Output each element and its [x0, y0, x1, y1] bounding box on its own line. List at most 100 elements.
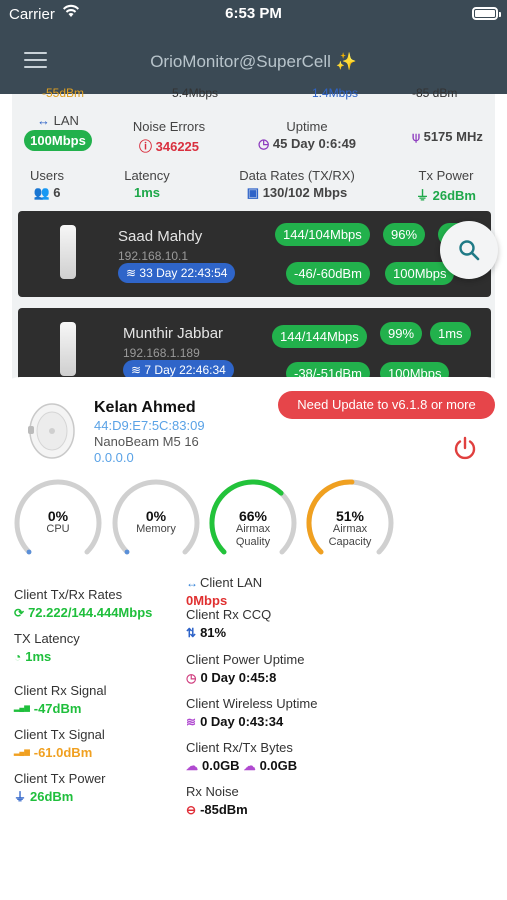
rx-noise-label: Rx Noise: [186, 784, 239, 799]
device-ip: 192.168.1.189: [123, 346, 200, 360]
app-title: OrioMonitor@SuperCell ✨: [150, 52, 357, 71]
signal-icon: ▂▄▆: [14, 748, 30, 756]
clock-icon: ◷: [186, 670, 197, 685]
client-tx-power-value: ⏚ 26dBm: [14, 789, 74, 804]
users-icon: 👥: [33, 185, 50, 200]
ccq-icon: ⇅: [186, 625, 197, 640]
client-lan-value: 0Mbps: [186, 593, 228, 608]
device-ccq-pill: 99%: [380, 322, 423, 345]
client-tx-signal-metric: Client Tx Signal ▂▄▆ -61.0dBm: [14, 727, 105, 760]
data-rates-value: 130/102 Mbps: [262, 185, 348, 200]
client-ip: 0.0.0.0: [94, 450, 134, 465]
power-icon[interactable]: [452, 435, 478, 461]
data-rates-label: Data Rates (TX/RX): [239, 168, 355, 183]
client-rx-signal-label: Client Rx Signal: [14, 683, 107, 698]
client-rx-ccq-value: ⇅ 81%: [186, 625, 227, 640]
timer-icon: ◔: [14, 649, 22, 664]
device-card[interactable]: Saad Mahdy 192.168.10.1 ≋ 33 Day 22:43:5…: [18, 211, 491, 297]
minus-circle-icon: ⊖: [186, 802, 197, 817]
client-wireless-uptime-metric: Client Wireless Uptime ≋ 0 Day 0:43:34: [186, 696, 317, 729]
tx-power-label: Tx Power: [418, 168, 474, 183]
signal-icon: ▂▄▆: [14, 704, 30, 712]
client-lan-metric: ↔ Client LAN 0Mbps: [186, 575, 262, 608]
plug-icon: ⏚: [14, 789, 27, 804]
frequency-value: 5175 MHz: [423, 129, 483, 144]
clock-icon: ◷: [257, 136, 270, 151]
frequency-stat: ⍦ 5175 MHz: [400, 127, 495, 145]
device-thumbnail: [60, 225, 76, 279]
cut-value-4: -85 dBm: [412, 86, 458, 100]
client-tx-signal-label: Client Tx Signal: [14, 727, 105, 742]
plug-icon: ⏚: [416, 188, 430, 203]
gauge-airmax: 51% Airmax Capacity: [304, 477, 396, 559]
client-rx-tx-bytes-value: ☁ 0.0GB ☁ 0.0GB: [186, 758, 298, 773]
alert-icon: ⓘ: [138, 139, 152, 154]
client-wireless-uptime-value: ≋ 0 Day 0:43:34: [186, 714, 284, 729]
chart-icon: ▣: [246, 185, 260, 200]
device-rates-pill: 144/144Mbps: [272, 325, 367, 348]
nanobeam-device-image: [28, 403, 75, 459]
cloud-icon: ☁: [186, 758, 198, 773]
cloud-icon: ☁: [243, 758, 256, 773]
uptime-value: 45 Day 0:6:49: [272, 136, 357, 151]
noise-errors-value: 346225: [155, 139, 200, 154]
rx-noise-metric: Rx Noise ⊖ -85dBm: [186, 784, 248, 817]
latency-stat: Latency 1ms: [117, 168, 177, 200]
cut-value-1: -55dBm: [42, 86, 85, 100]
client-power-uptime-metric: Client Power Uptime ◷ 0 Day 0:45:8: [186, 652, 305, 685]
device-ip: 192.168.10.1: [118, 249, 189, 263]
uptime-stat: Uptime ◷ 45 Day 0:6:49: [247, 119, 367, 152]
gauge-airmax: 66% Airmax Quality: [207, 477, 299, 559]
gauge-value: 0%: [145, 508, 167, 524]
gauge-label: Airmax Quality: [235, 523, 271, 548]
search-icon: [459, 240, 480, 261]
client-tx-signal-value: ▂▄▆ -61.0dBm: [14, 745, 93, 760]
client-lan-label: ↔ Client LAN: [186, 575, 263, 590]
users-stat: Users 👥 6: [22, 168, 72, 201]
users-label: Users: [30, 168, 64, 183]
lan-value: 100Mbps: [24, 130, 92, 151]
device-signal-pill: -46/-60dBm: [286, 262, 370, 285]
client-rx-signal-value: ▂▄▆ -47dBm: [14, 701, 82, 716]
device-ccq-pill: 96%: [383, 223, 426, 246]
gauge-label: Memory: [136, 523, 176, 535]
tx-latency-label: TX Latency: [14, 631, 80, 646]
gauge-start-dot: [26, 549, 32, 555]
gauge-memory: 0% Memory: [110, 477, 202, 559]
noise-errors-label: Noise Errors: [132, 119, 206, 134]
device-latency-pill: 1ms: [430, 322, 471, 345]
gauge-label: CPU: [46, 523, 70, 535]
client-rx-tx-bytes-metric: Client Rx/Tx Bytes ☁ 0.0GB ☁ 0.0GB: [186, 740, 297, 773]
client-rx-tx-bytes-label: Client Rx/Tx Bytes: [186, 740, 293, 755]
gauge-value: 66%: [238, 508, 268, 524]
tx-latency-metric: TX Latency ◔ 1ms: [14, 631, 80, 664]
client-power-uptime-label: Client Power Uptime: [186, 652, 305, 667]
gauge-cpu: 0% CPU: [12, 477, 104, 559]
device-thumbnail: [60, 322, 76, 376]
client-rx-ccq-label: Client Rx CCQ: [186, 607, 272, 622]
gauge-label: Airmax Capacity: [328, 523, 372, 548]
refresh-icon: ⟳: [14, 605, 25, 620]
search-button[interactable]: [440, 221, 498, 279]
client-rx-ccq-metric: Client Rx CCQ ⇅ 81%: [186, 607, 271, 640]
client-wireless-uptime-label: Client Wireless Uptime: [186, 696, 318, 711]
client-mac: 44:D9:E7:5C:83:09: [94, 418, 205, 433]
device-name: Saad Mahdy: [118, 228, 203, 245]
gauge-start-dot: [124, 549, 130, 555]
navigation-bar: OrioMonitor@SuperCell ✨: [0, 30, 507, 94]
uptime-label: Uptime: [286, 119, 328, 134]
users-value: 6: [53, 185, 61, 200]
lan-stat: ↔ LAN 100Mbps: [16, 113, 100, 151]
firmware-update-button[interactable]: Need Update to v6.1.8 or more: [278, 391, 495, 419]
clock-time: 6:53 PM: [225, 5, 282, 22]
lan-icon: ↔: [37, 113, 51, 128]
dashboard: -55dBm 5.4Mbps 1.4Mbps -85 dBm ↔ LAN 100…: [0, 86, 507, 404]
client-tx-rx-rates-label: Client Tx/Rx Rates: [14, 587, 123, 602]
client-tx-power-metric: Client Tx Power ⏚ 26dBm: [14, 771, 106, 804]
lan-label: LAN: [53, 113, 79, 128]
antenna-icon: ⍦: [412, 129, 420, 144]
client-model: NanoBeam M5 16: [94, 434, 199, 449]
lan-icon: ↔: [186, 576, 198, 590]
gauge-value: 51%: [335, 508, 365, 524]
cut-value-3: 1.4Mbps: [312, 86, 359, 100]
